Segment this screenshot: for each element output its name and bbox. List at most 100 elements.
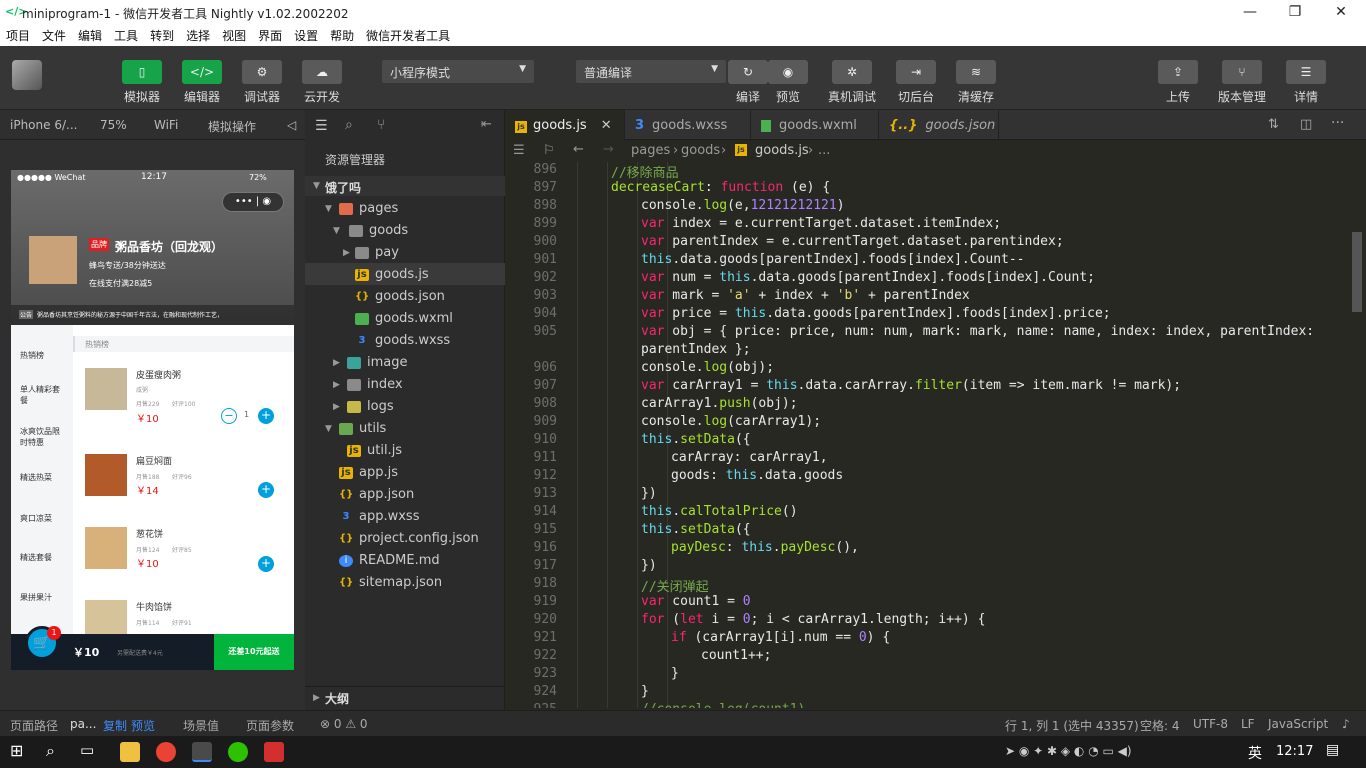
code-line[interactable]: //移除商品 xyxy=(611,162,679,181)
background-button[interactable]: ⇥ 切后台 xyxy=(896,60,936,105)
tree-item[interactable]: {} goods.json xyxy=(355,289,445,304)
code-line[interactable]: count1++; xyxy=(701,648,771,663)
code-line[interactable]: console.log(obj); xyxy=(641,360,774,375)
tree-item[interactable]: {} sitemap.json xyxy=(339,575,442,590)
details-button[interactable]: ☰ 详情 xyxy=(1286,60,1326,105)
wechat-icon[interactable] xyxy=(228,742,248,762)
code-line[interactable]: var index = e.currentTarget.dataset.item… xyxy=(641,216,1001,231)
tree-item[interactable]: {} app.json xyxy=(339,487,414,502)
zoom-select[interactable]: 75% xyxy=(100,118,127,132)
editor-button[interactable]: </> 编辑器 xyxy=(182,60,222,105)
tree-item[interactable]: utils xyxy=(339,421,386,436)
tree-item[interactable]: goods.wxml xyxy=(355,311,453,326)
search-icon[interactable]: ⌕ xyxy=(345,117,353,133)
preview-button[interactable]: ◉ 预览 xyxy=(768,60,808,105)
avatar[interactable] xyxy=(12,60,42,90)
menu-settings[interactable]: 设置 xyxy=(294,26,318,46)
tray-icons[interactable]: ➤ ◉ ✦ ✱ ◈ ◐ ◔ ▭ ◀) xyxy=(1005,744,1132,758)
tree-item[interactable]: js goods.js xyxy=(355,267,429,282)
cursor-position[interactable]: 行 1, 列 1 (选中 43357) xyxy=(1005,717,1139,734)
app-icon[interactable] xyxy=(264,742,284,762)
tab-goods-wxml[interactable]: goods.wxml xyxy=(751,110,879,140)
tree-item[interactable]: js app.js xyxy=(339,465,398,480)
tree-item[interactable]: pay xyxy=(355,245,399,260)
add-button[interactable]: + xyxy=(258,556,274,572)
code-line[interactable]: }) xyxy=(641,558,657,573)
forward-icon[interactable]: → xyxy=(603,142,614,157)
menu-item[interactable]: 爽口凉菜 xyxy=(20,513,60,524)
split-editor-icon[interactable]: ◫ xyxy=(1300,117,1312,132)
clock[interactable]: 12:17 xyxy=(1276,744,1313,759)
breadcrumb-pages[interactable]: pages xyxy=(631,143,670,158)
page-params-button[interactable]: 页面参数 xyxy=(246,717,294,734)
scrollbar[interactable] xyxy=(1352,232,1362,312)
tree-item[interactable]: image xyxy=(347,355,408,370)
menu-project[interactable]: 项目 xyxy=(6,26,30,46)
code-line[interactable]: var num = this.data.goods[parentIndex].f… xyxy=(641,270,1095,285)
search-icon[interactable]: ⌕ xyxy=(46,741,55,761)
copy-link[interactable]: 复制 xyxy=(103,717,127,734)
checkout-button[interactable]: 还差10元起送 xyxy=(214,634,294,670)
code-line[interactable]: console.log(carArray1); xyxy=(641,414,821,429)
code-line[interactable]: carArray: carArray1, xyxy=(671,450,828,465)
chrome-icon[interactable] xyxy=(156,742,176,762)
device-select[interactable]: iPhone 6/... xyxy=(10,118,77,132)
tab-goods-js[interactable]: js goods.js ✕ xyxy=(505,110,625,140)
tree-item[interactable]: i README.md xyxy=(339,553,440,568)
windows-start-icon[interactable]: ⊞ xyxy=(10,741,23,760)
menu-file[interactable]: 文件 xyxy=(42,26,66,46)
compile-button[interactable]: ↻ 编译 xyxy=(728,60,768,105)
bell-icon[interactable]: ♪ xyxy=(1342,717,1350,731)
bookmark-icon[interactable]: ⚐ xyxy=(543,143,555,158)
indentation[interactable]: 空格: 4 xyxy=(1140,717,1180,734)
real-device-debug-button[interactable]: ✲ 真机调试 xyxy=(828,60,876,105)
add-button[interactable]: + xyxy=(258,482,274,498)
menu-item[interactable]: 精选热菜 xyxy=(20,472,60,483)
list-icon[interactable]: ☰ xyxy=(315,118,328,134)
scene-button[interactable]: 场景值 xyxy=(183,717,219,734)
menu-goto[interactable]: 转到 xyxy=(150,26,174,46)
capsule-menu[interactable]: ••• | ◉ xyxy=(222,192,284,212)
menu-item[interactable]: 单人精彩套餐 xyxy=(20,384,60,406)
code-line[interactable]: decreaseCart: function (e) { xyxy=(611,180,830,195)
tree-item[interactable]: logs xyxy=(347,399,394,414)
maximize-button[interactable]: ❐ xyxy=(1280,4,1310,20)
menu-interface[interactable]: 界面 xyxy=(258,26,282,46)
debugger-button[interactable]: ⚙ 调试器 xyxy=(242,60,282,105)
tree-item[interactable]: goods xyxy=(349,223,408,238)
breadcrumb-more[interactable]: ... xyxy=(818,143,830,158)
clear-cache-button[interactable]: ≋ 清缓存 xyxy=(956,60,996,105)
menu-item[interactable]: 热销榜 xyxy=(20,350,60,361)
problems-indicator[interactable]: ⊗ 0 ⚠ 0 xyxy=(320,717,368,731)
task-view-icon[interactable]: ▭ xyxy=(80,741,94,759)
minimize-button[interactable]: — xyxy=(1235,4,1265,20)
language-mode[interactable]: JavaScript xyxy=(1268,717,1328,731)
code-line[interactable]: } xyxy=(671,666,679,681)
code-line[interactable]: this.setData({ xyxy=(641,432,751,447)
code-line[interactable]: parentIndex }; xyxy=(641,342,751,357)
wechat-devtools-icon[interactable] xyxy=(192,742,212,762)
back-icon[interactable]: ← xyxy=(573,142,584,157)
tab-goods-json[interactable]: {..} goods.json xyxy=(879,110,999,140)
compare-icon[interactable]: ⇅ xyxy=(1268,117,1279,132)
menu-item[interactable]: 果拼果汁 xyxy=(20,592,60,603)
ime-indicator[interactable]: 英 xyxy=(1248,743,1262,763)
menu-wechat-devtools[interactable]: 微信开发者工具 xyxy=(366,26,450,46)
code-line[interactable]: if (carArray1[i].num == 0) { xyxy=(671,630,890,645)
network-select[interactable]: WiFi xyxy=(154,118,178,132)
tree-item[interactable]: {} project.config.json xyxy=(339,531,479,546)
menu-view[interactable]: 视图 xyxy=(222,26,246,46)
code-line[interactable]: } xyxy=(641,684,649,699)
code-line[interactable]: var mark = 'a' + index + 'b' + parentInd… xyxy=(641,288,970,303)
close-button[interactable]: ✕ xyxy=(1326,4,1356,20)
file-explorer-icon[interactable] xyxy=(120,742,140,762)
code-line[interactable]: var obj = { price: price, num: num, mark… xyxy=(641,324,1314,339)
tree-item[interactable]: js util.js xyxy=(347,443,402,458)
code-line[interactable]: var price = this.data.goods[parentIndex]… xyxy=(641,306,1111,321)
close-icon[interactable]: ✕ xyxy=(601,118,612,133)
code-line[interactable]: this.data.goods[parentIndex].foods[index… xyxy=(641,252,1025,267)
code-line[interactable]: carArray1.push(obj); xyxy=(641,396,798,411)
line-ending[interactable]: LF xyxy=(1241,717,1255,731)
menu-item[interactable]: 冰爽饮品限时特惠 xyxy=(20,426,60,448)
upload-button[interactable]: ⇪ 上传 xyxy=(1158,60,1198,105)
